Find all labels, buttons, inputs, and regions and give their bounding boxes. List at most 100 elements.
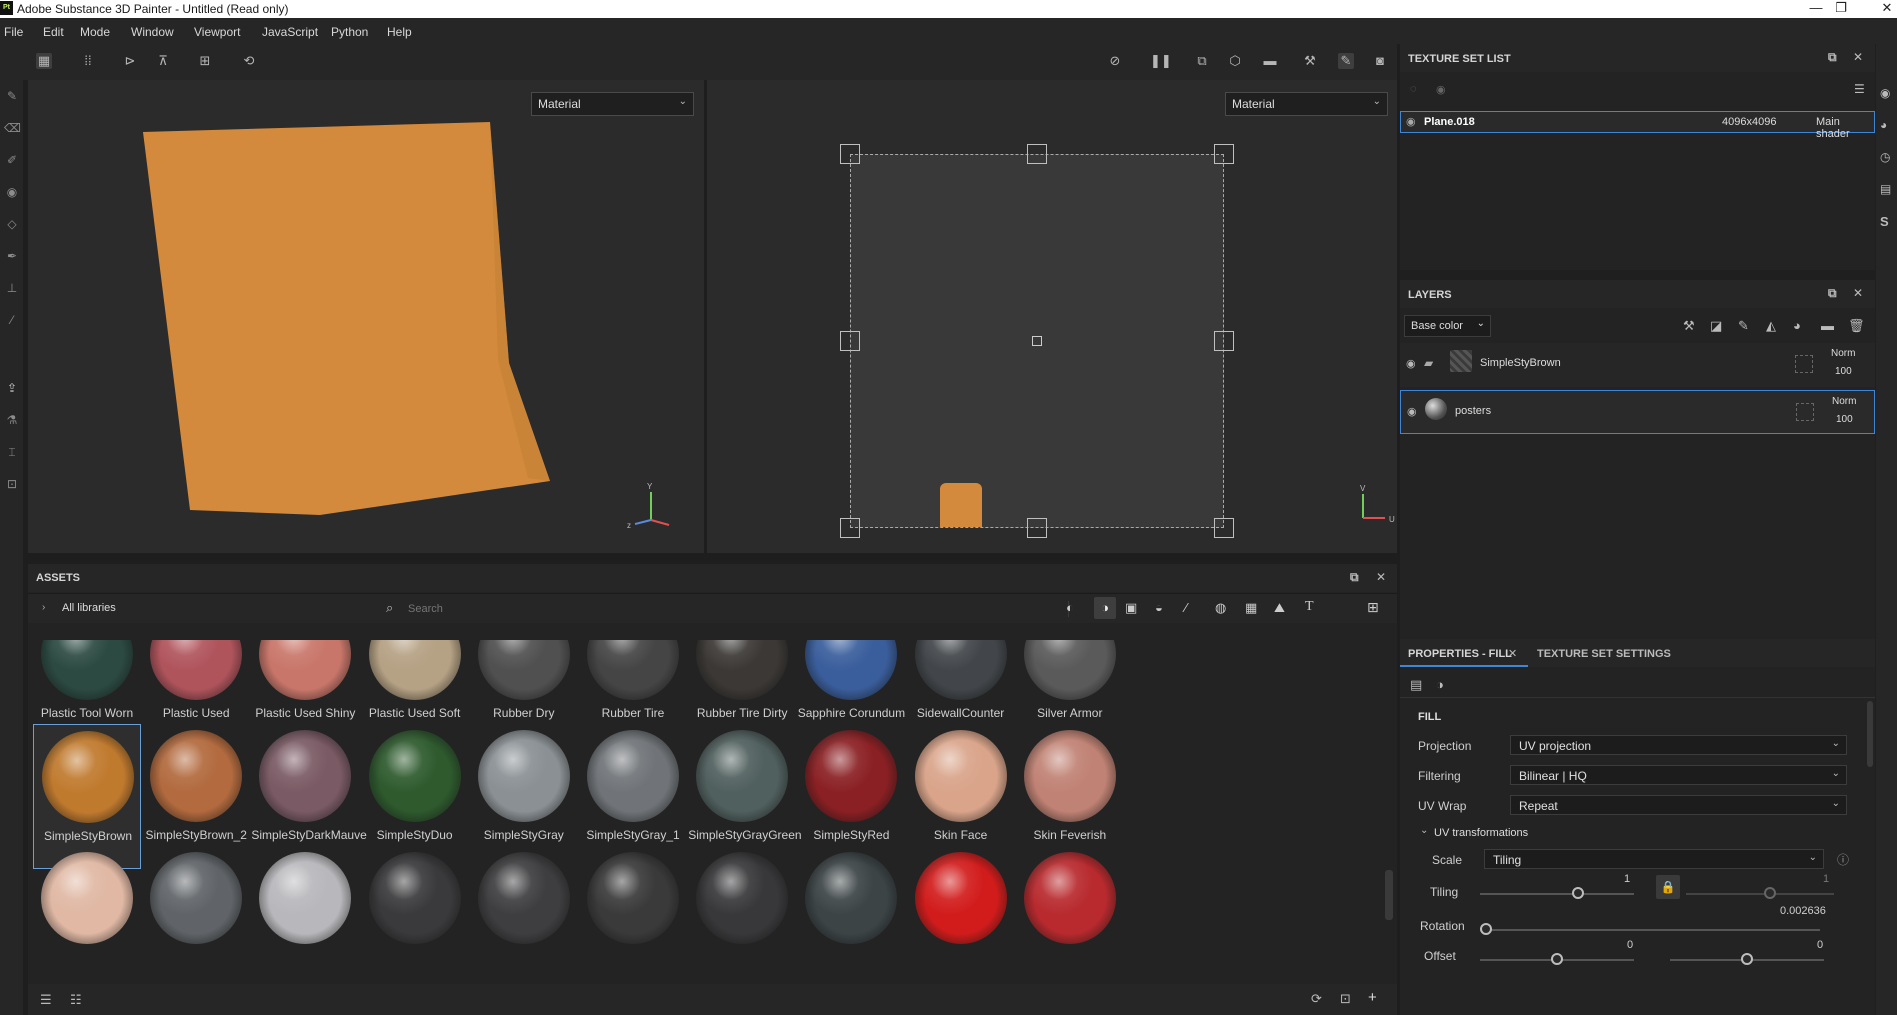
texture-set-icon[interactable]: ◉ [1880,86,1890,100]
filtering-select[interactable]: Bilinear | HQ ⌄ [1510,765,1847,785]
tiling-value-v[interactable]: 1 [1823,873,1829,885]
projection-select[interactable]: UV projection ⌄ [1510,735,1847,755]
export-icon[interactable]: ⇪ [4,380,20,396]
polygon-fill-icon[interactable]: ◇ [4,216,20,232]
viewport-2d-mode-select[interactable]: Material ⌄ [1225,92,1388,116]
transform-handle[interactable] [1214,331,1234,351]
menu-python[interactable]: Python [331,25,368,39]
history-icon[interactable]: ⟲ [241,53,257,69]
bake-icon[interactable]: ⚗ [4,412,20,428]
alpha-filter-icon[interactable]: ◍ [1215,600,1226,616]
log-icon[interactable]: ▤ [1880,182,1891,196]
align-icon[interactable]: ⊼ [155,53,171,69]
maximize-icon[interactable]: ❐ [1831,0,1851,16]
delete-layer-icon[interactable]: 🗑 [1848,318,1865,334]
layer-row[interactable]: ◉ ▰ SimpleStyBrown Norm 100 [1400,343,1875,387]
transform-handle[interactable] [1027,144,1047,164]
material-tile[interactable] [1016,846,1124,984]
float-panel-icon[interactable]: ⧉ [1350,570,1359,585]
list-view-icon[interactable]: ☰ [40,992,52,1008]
settings-menu-icon[interactable]: ☰ [1854,82,1865,96]
blend-mode[interactable]: Norm [1831,348,1855,359]
scale-select[interactable]: Tiling ⌄ [1484,849,1824,869]
tiling-slider-v[interactable] [1686,893,1834,895]
offset-v-slider-handle[interactable] [1741,953,1753,965]
add-effect-icon[interactable]: ⚒ [1683,318,1695,334]
viewport-3d[interactable]: Material ⌄ Y z [28,80,704,553]
material-tile[interactable] [797,846,905,984]
offset-u-value[interactable]: 0 [1627,939,1633,951]
tab-properties-fill[interactable]: PROPERTIES - FILL ✕ [1400,639,1528,667]
material-tile[interactable] [579,846,687,984]
grid-view-icon[interactable]: ⁞⁞ [80,53,96,69]
add-asset-icon[interactable]: + [1368,989,1377,1006]
texture-filter-icon[interactable]: ▦ [1245,600,1257,616]
layer-name[interactable]: SimpleStyBrown [1480,357,1561,369]
material-tile[interactable] [470,846,578,984]
blend-mode[interactable]: Norm [1832,396,1856,407]
grid-layout-icon[interactable]: ⊞ [1367,599,1379,616]
transform-handle[interactable] [1214,144,1234,164]
layer-opacity[interactable]: 100 [1835,366,1852,377]
eraser-tool-icon[interactable]: ⌫ [4,120,21,136]
show-all-icon[interactable]: ◉ [1436,83,1446,96]
mask-slot[interactable] [1796,403,1814,421]
add-paint-layer-icon[interactable]: ✎ [1738,318,1749,334]
channel-select[interactable]: Base color ⌄ [1404,315,1491,337]
menu-javascript[interactable]: JavaScript [262,25,318,39]
mask-filter-icon[interactable]: ▣ [1125,600,1137,616]
material-tile[interactable] [688,846,796,984]
picker-tool-icon[interactable]: ⁄ [4,312,20,328]
brush-filter-icon[interactable]: ⁄ [1185,600,1187,615]
eye-icon[interactable]: ◉ [1406,115,1416,128]
tools-icon[interactable]: ⚒ [1302,53,1318,69]
menu-file[interactable]: File [4,25,23,39]
hide-ui-icon[interactable]: ⊘ [1107,53,1123,69]
tiling-slider[interactable] [1480,893,1634,895]
smudge-tool-icon[interactable]: ✒ [4,248,20,264]
add-mask-icon[interactable]: ◪ [1710,318,1722,334]
float-panel-icon[interactable]: ⧉ [1828,286,1837,301]
rotation-slider[interactable] [1480,929,1820,931]
display-settings-icon[interactable]: ⊡ [4,476,20,492]
offset-u-slider-handle[interactable] [1551,953,1563,965]
transform-handle[interactable] [840,331,860,351]
eye-icon[interactable]: ◉ [1407,405,1417,418]
material-properties-icon[interactable]: ◑ [1436,677,1444,692]
pause-icon[interactable]: ❚❚ [1150,53,1172,69]
pivot-handle[interactable] [1032,336,1042,346]
tab-texture-set-settings[interactable]: TEXTURE SET SETTINGS [1537,648,1671,660]
chevron-right-icon[interactable]: › [42,602,45,613]
add-bake-icon[interactable]: ⊞ [197,53,213,69]
tiling-slider-v-handle[interactable] [1764,887,1776,899]
close-panel-icon[interactable]: ✕ [1853,286,1863,300]
tiling-value[interactable]: 1 [1624,873,1630,885]
anchor-icon[interactable]: ⌶ [4,444,20,460]
texture-set-item[interactable]: ◉ Plane.018 4096x4096 Main shader [1400,111,1875,140]
rotation-slider-handle[interactable] [1480,923,1492,935]
layer-opacity[interactable]: 100 [1836,414,1853,425]
shader-icon[interactable]: ◕ [1880,118,1887,132]
transform-handle[interactable] [840,518,860,538]
viewport-2d[interactable]: Material ⌄ V U [707,80,1397,553]
menu-mode[interactable]: Mode [80,25,110,39]
symmetry-icon[interactable]: ⊳ [122,53,138,69]
layer-row-selected[interactable]: ◉ posters Norm 100 [1400,390,1875,434]
library-selector[interactable]: All libraries [62,602,116,614]
add-layer-instance-icon[interactable]: ◕ [1793,318,1801,333]
transform-handle[interactable] [840,144,860,164]
screenshot-icon[interactable]: ◙ [1372,53,1388,69]
details-view-icon[interactable]: ☷ [70,992,82,1008]
new-folder-icon[interactable]: ⊡ [1340,991,1351,1007]
add-fill-layer-icon[interactable]: ◭ [1766,318,1776,334]
generator-filter-icon[interactable]: ◒ [1155,600,1163,615]
refresh-icon[interactable]: ⟳ [1311,991,1322,1007]
paint-brush-icon[interactable]: ✎ [1338,53,1354,69]
menu-edit[interactable]: Edit [43,25,64,39]
close-panel-icon[interactable]: ✕ [1853,50,1863,64]
uvwrap-select[interactable]: Repeat ⌄ [1510,795,1847,815]
split-view-icon[interactable]: ⧉ [1194,53,1210,69]
material-tile[interactable] [33,846,141,984]
fill-properties-icon[interactable]: ▤ [1410,677,1422,693]
smart-material-filter-icon[interactable]: ◐ [1066,600,1074,615]
